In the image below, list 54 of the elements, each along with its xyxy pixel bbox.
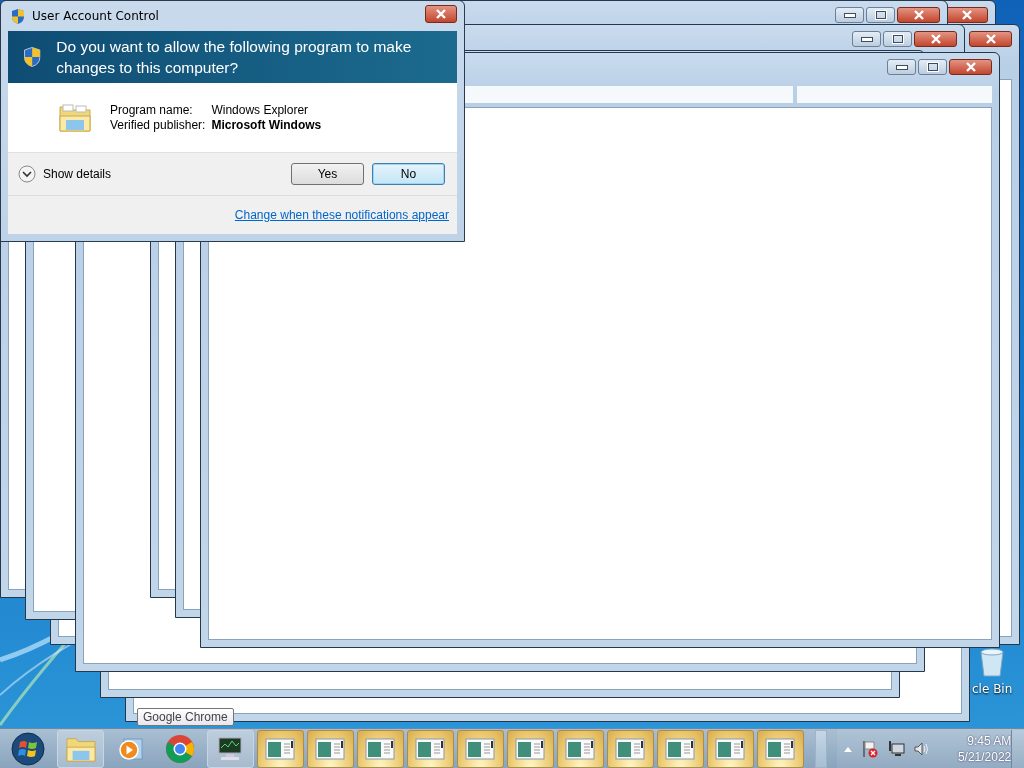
window-icon bbox=[765, 737, 796, 760]
network-icon[interactable] bbox=[887, 739, 906, 758]
window-icon bbox=[265, 737, 296, 760]
dialog-button[interactable]: Yes bbox=[291, 163, 364, 185]
detail-label: Verified publisher: bbox=[110, 118, 206, 132]
close-icon bbox=[435, 9, 447, 19]
dialog-question: Do you want to allow the following program to make changes to this computer? bbox=[56, 37, 413, 78]
close-button[interactable] bbox=[914, 31, 957, 47]
chrome-icon bbox=[165, 733, 196, 764]
window-icon bbox=[315, 737, 346, 760]
detail-label: Program name: bbox=[110, 103, 194, 117]
close-button[interactable] bbox=[969, 31, 1012, 47]
detail-value: Microsoft Windows bbox=[211, 118, 322, 132]
recycle-bin-icon[interactable] bbox=[978, 648, 1007, 678]
minimize-button[interactable] bbox=[835, 7, 864, 23]
media-player-icon bbox=[117, 735, 144, 762]
clock-time: 9:45 AM bbox=[967, 732, 1012, 749]
show-details-button[interactable]: Show details bbox=[18, 165, 112, 183]
show-desktop-button[interactable] bbox=[1011, 729, 1024, 768]
flag-error-icon[interactable] bbox=[861, 739, 880, 758]
window-icon bbox=[465, 737, 496, 760]
chevron-icon bbox=[18, 165, 36, 183]
tooltip: Google Chrome bbox=[137, 708, 234, 726]
detail-value: Windows Explorer bbox=[211, 103, 310, 117]
window-icon bbox=[415, 737, 446, 760]
clock-date: 5/21/2022 bbox=[957, 748, 1012, 765]
window-icon bbox=[615, 737, 646, 760]
close-button[interactable] bbox=[425, 5, 457, 23]
close-icon bbox=[960, 10, 973, 20]
minimize-button[interactable] bbox=[852, 31, 881, 47]
maximize-button[interactable] bbox=[866, 7, 895, 23]
close-icon bbox=[929, 34, 942, 44]
close-button[interactable] bbox=[949, 59, 992, 75]
window-icon bbox=[715, 737, 746, 760]
start-button[interactable] bbox=[8, 729, 48, 768]
close-icon bbox=[912, 10, 925, 20]
close-button[interactable] bbox=[945, 7, 988, 23]
close-icon bbox=[984, 34, 997, 44]
window-icon bbox=[365, 737, 396, 760]
window-icon bbox=[565, 737, 596, 760]
notification-settings-link[interactable]: Change when these notifications appear bbox=[234, 208, 449, 222]
shield-icon bbox=[10, 7, 26, 25]
taskbar-button[interactable] bbox=[206, 729, 254, 768]
close-button[interactable] bbox=[897, 7, 940, 23]
window-icon bbox=[515, 737, 546, 760]
close-icon bbox=[964, 62, 977, 72]
window-title: User Account Control bbox=[32, 9, 160, 23]
maximize-button[interactable] bbox=[883, 31, 912, 47]
folder-icon bbox=[58, 102, 92, 133]
window-icon bbox=[665, 737, 696, 760]
search-field[interactable] bbox=[797, 86, 992, 103]
dialog-button[interactable]: No bbox=[372, 163, 445, 185]
minimize-button[interactable] bbox=[887, 59, 916, 75]
maximize-button[interactable] bbox=[918, 59, 947, 75]
